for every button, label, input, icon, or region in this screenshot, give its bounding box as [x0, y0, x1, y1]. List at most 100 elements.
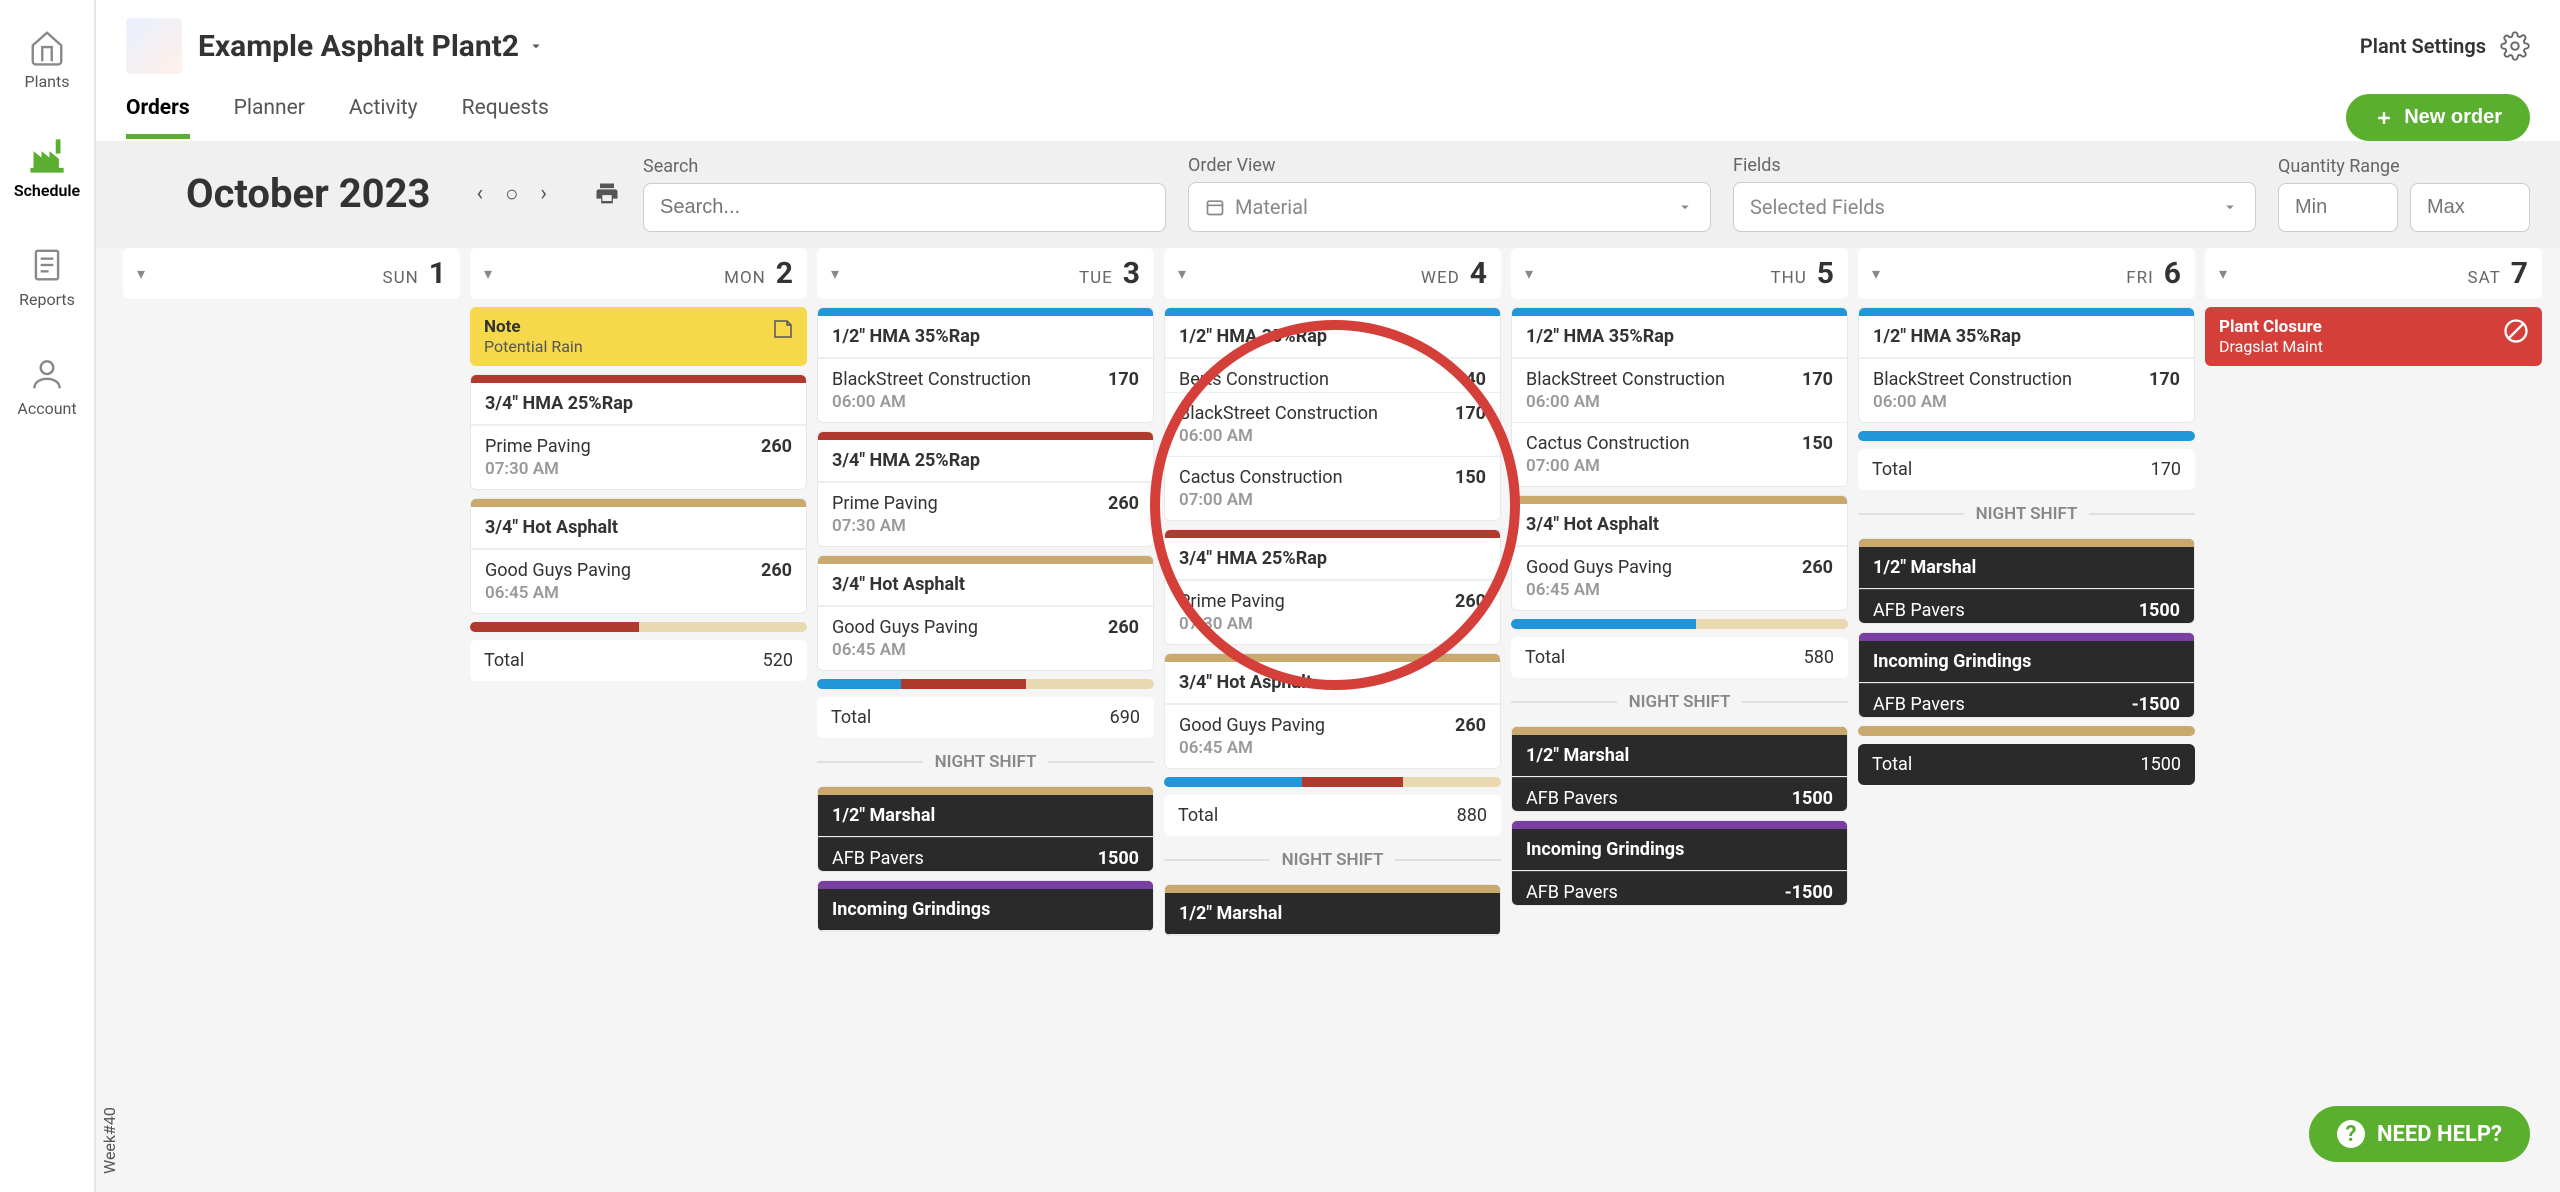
- day-progress: [1858, 431, 2195, 441]
- night-shift-divider: NIGHT SHIFT: [1858, 504, 2195, 524]
- order-view-label: Order View: [1188, 155, 1711, 176]
- order-card-night[interactable]: 1/2" Marshal AFB Pavers1500: [817, 786, 1154, 872]
- order-card-night[interactable]: Incoming Grindings AFB Pavers-1500: [1511, 820, 1848, 906]
- day-header: ▾ THU5: [1511, 248, 1848, 299]
- day-column-fri: ▾ FRI6 1/2" HMA 35%Rap BlackStreet Const…: [1858, 248, 2195, 1112]
- day-header: ▾ WED4: [1164, 248, 1501, 299]
- sidebar-item-schedule[interactable]: Schedule: [0, 129, 94, 208]
- order-card[interactable]: 3/4" Hot Asphalt Good Guys Paving260 06:…: [817, 555, 1154, 671]
- tab-planner[interactable]: Planner: [234, 96, 305, 139]
- day-expand-toggle[interactable]: ▾: [484, 264, 492, 283]
- day-column-tue: ▾ TUE3 1/2" HMA 35%Rap BlackStreet Const…: [817, 248, 1154, 1112]
- tab-orders[interactable]: Orders: [126, 96, 190, 139]
- plant-selector[interactable]: Example Asphalt Plant2: [126, 18, 545, 74]
- night-shift-divider: NIGHT SHIFT: [817, 752, 1154, 772]
- tabs: Orders Planner Activity Requests: [126, 96, 549, 139]
- order-card-night[interactable]: Incoming Grindings AFB Pavers-1500: [1858, 632, 2195, 718]
- note-card[interactable]: Note Potential Rain: [470, 307, 807, 366]
- prev-month-button[interactable]: ‹: [473, 177, 488, 210]
- fields-select[interactable]: Selected Fields: [1733, 182, 2256, 232]
- tab-activity[interactable]: Activity: [349, 96, 418, 139]
- qty-max-input[interactable]: [2410, 183, 2530, 232]
- home-icon: [28, 28, 66, 66]
- header: Example Asphalt Plant2 Plant Settings Or…: [96, 0, 2560, 141]
- day-header: ▾ FRI6: [1858, 248, 2195, 299]
- order-card[interactable]: 3/4" Hot Asphalt Good Guys Paving260 06:…: [470, 498, 807, 614]
- day-column-sat: ▾ SAT7 Plant Closure Dragslat Maint: [2205, 248, 2542, 1112]
- week-label: Week#40: [96, 248, 123, 1192]
- sidebar-item-account[interactable]: Account: [0, 347, 94, 426]
- order-card[interactable]: 1/2" HMA 35%Rap BlackStreet Construction…: [817, 307, 1154, 423]
- order-card[interactable]: 3/4" HMA 25%Rap Prime Paving260 07:30 AM: [817, 431, 1154, 547]
- day-header: ▾ SAT7: [2205, 248, 2542, 299]
- order-card-night[interactable]: 1/2" Marshal: [1164, 884, 1501, 936]
- day-total: Total170: [1858, 449, 2195, 490]
- sidebar-item-reports[interactable]: Reports: [0, 238, 94, 317]
- plant-name: Example Asphalt Plant2: [198, 29, 519, 64]
- note-icon: [771, 317, 795, 341]
- order-card-night[interactable]: Incoming Grindings: [817, 880, 1154, 932]
- document-icon: [28, 246, 66, 284]
- day-expand-toggle[interactable]: ▾: [137, 264, 145, 283]
- next-month-button[interactable]: ›: [536, 177, 551, 210]
- filter-bar: October 2023 ‹ ○ › Search Order View Mat…: [96, 141, 2560, 248]
- order-card-night[interactable]: 1/2" Marshal AFB Pavers1500: [1858, 538, 2195, 624]
- chevron-down-icon: [527, 37, 545, 55]
- day-progress: [1164, 777, 1501, 787]
- sidebar-item-plants[interactable]: Plants: [0, 20, 94, 99]
- day-column-wed: ▾ WED4 1/2" HMA 35%Rap Berts Constructio…: [1164, 248, 1501, 1112]
- search-label: Search: [643, 156, 1166, 177]
- day-expand-toggle[interactable]: ▾: [1872, 264, 1880, 283]
- sidebar-label: Schedule: [14, 181, 80, 200]
- order-card[interactable]: 3/4" HMA 25%Rap Prime Paving260 07:30 AM: [470, 374, 807, 490]
- today-button[interactable]: ○: [501, 177, 522, 211]
- chevron-down-icon: [2221, 198, 2239, 216]
- qty-range-label: Quantity Range: [2278, 156, 2530, 177]
- tab-requests[interactable]: Requests: [462, 96, 549, 139]
- order-card[interactable]: 3/4" Hot Asphalt Good Guys Paving260 06:…: [1511, 495, 1848, 611]
- order-view-select[interactable]: Material: [1188, 182, 1711, 232]
- factory-icon: [28, 137, 66, 175]
- day-progress: [817, 679, 1154, 689]
- fields-label: Fields: [1733, 155, 2256, 176]
- order-card[interactable]: 3/4" Hot Asphalt Good Guys Paving260 06:…: [1164, 653, 1501, 769]
- day-expand-toggle[interactable]: ▾: [831, 264, 839, 283]
- calendar-icon: [1205, 197, 1225, 217]
- day-expand-toggle[interactable]: ▾: [1178, 264, 1186, 283]
- new-order-button[interactable]: New order: [2346, 94, 2530, 141]
- day-expand-toggle[interactable]: ▾: [1525, 264, 1533, 283]
- order-card-night[interactable]: 1/2" Marshal AFB Pavers1500: [1511, 726, 1848, 812]
- day-expand-toggle[interactable]: ▾: [2219, 264, 2227, 283]
- day-column-thu: ▾ THU5 1/2" HMA 35%Rap BlackStreet Const…: [1511, 248, 1848, 1112]
- order-card[interactable]: 1/2" HMA 35%Rap BlackStreet Construction…: [1858, 307, 2195, 423]
- order-card[interactable]: 3/4" HMA 25%Rap Prime Paving260 07:30 AM: [1164, 529, 1501, 645]
- help-button[interactable]: ? NEED HELP?: [2309, 1106, 2530, 1162]
- night-shift-divider: NIGHT SHIFT: [1511, 692, 1848, 712]
- order-card[interactable]: 1/2" HMA 35%Rap Berts Construction40 Bla…: [1164, 307, 1501, 521]
- order-card[interactable]: 1/2" HMA 35%Rap BlackStreet Construction…: [1511, 307, 1848, 487]
- day-column-sun: ▾ SUN1: [123, 248, 460, 1112]
- day-header: ▾ MON2: [470, 248, 807, 299]
- gear-icon[interactable]: [2500, 31, 2530, 61]
- day-progress: [470, 622, 807, 632]
- search-input[interactable]: [643, 183, 1166, 232]
- day-progress: [1858, 726, 2195, 736]
- print-icon[interactable]: [593, 180, 621, 208]
- qty-min-input[interactable]: [2278, 183, 2398, 232]
- day-total: Total690: [817, 697, 1154, 738]
- prohibited-icon: [2502, 317, 2530, 345]
- day-column-mon: ▾ MON2 Note Potential Rain 3/4" HMA 25%R…: [470, 248, 807, 1112]
- day-header: ▾ SUN1: [123, 248, 460, 299]
- plant-settings-link[interactable]: Plant Settings: [2360, 34, 2486, 58]
- closure-card[interactable]: Plant Closure Dragslat Maint: [2205, 307, 2542, 366]
- day-total: Total880: [1164, 795, 1501, 836]
- month-nav: ‹ ○ ›: [473, 177, 552, 211]
- sidebar-label: Reports: [19, 290, 75, 309]
- day-total: Total520: [470, 640, 807, 681]
- main-area: Example Asphalt Plant2 Plant Settings Or…: [96, 0, 2560, 1192]
- sidebar-label: Plants: [24, 72, 69, 91]
- day-header: ▾ TUE3: [817, 248, 1154, 299]
- day-progress: [1511, 619, 1848, 629]
- day-total: Total580: [1511, 637, 1848, 678]
- calendar: Week#40 ▾ SUN1 ▾ MON2 Note Potential Rai…: [96, 248, 2560, 1192]
